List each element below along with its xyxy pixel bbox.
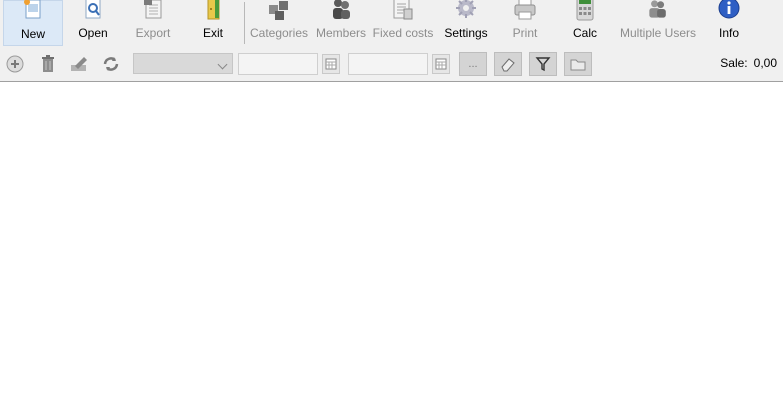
date-to-calendar-button[interactable]: [432, 54, 450, 74]
settings-button[interactable]: Settings: [438, 0, 494, 46]
open-button[interactable]: Open: [66, 0, 120, 46]
more-options-label: ...: [468, 58, 478, 70]
filter-button[interactable]: [529, 52, 557, 76]
multiple-users-label: Multiple Users: [619, 26, 697, 40]
more-options-button[interactable]: ...: [459, 52, 487, 76]
sale-value: 0,00: [753, 56, 777, 70]
fixed-costs-label: Fixed costs: [372, 26, 434, 40]
open-folder-button[interactable]: [564, 52, 592, 76]
export-label: Export: [135, 26, 171, 40]
new-document-icon: [20, 0, 46, 23]
info-icon: [716, 0, 742, 22]
print-label: Print: [512, 26, 538, 40]
multiple-users-button[interactable]: Multiple Users: [618, 0, 698, 46]
edit-pen-icon[interactable]: [69, 54, 89, 74]
exit-door-icon: [200, 0, 226, 22]
main-content-area: [0, 82, 783, 411]
exit-label: Exit: [202, 26, 223, 40]
date-from-field[interactable]: [238, 53, 318, 75]
categories-label: Categories: [249, 26, 309, 40]
filter-funnel-icon: [535, 57, 551, 72]
categories-button[interactable]: Categories: [248, 0, 310, 46]
members-button[interactable]: Members: [314, 0, 368, 46]
print-button[interactable]: Print: [500, 0, 550, 46]
settings-label: Settings: [444, 26, 488, 40]
export-button[interactable]: Export: [124, 0, 182, 46]
categories-boxes-icon: [266, 0, 292, 22]
multiple-users-icon: [645, 0, 671, 22]
date-from-calendar-button[interactable]: [322, 54, 340, 74]
calendar-icon: [435, 58, 447, 70]
settings-gear-icon: [453, 0, 479, 22]
sale-label: Sale:: [720, 56, 748, 70]
printer-icon: [512, 0, 538, 22]
calendar-icon: [325, 58, 337, 70]
add-circle-icon[interactable]: [5, 54, 25, 74]
fixed-costs-button[interactable]: Fixed costs: [372, 0, 434, 46]
open-label: Open: [78, 26, 108, 40]
members-people-icon: [328, 0, 354, 22]
info-button[interactable]: Info: [704, 0, 754, 46]
refresh-icon[interactable]: [101, 54, 121, 74]
date-to-field[interactable]: [348, 53, 428, 75]
exit-button[interactable]: Exit: [186, 0, 240, 46]
eraser-button[interactable]: [494, 52, 522, 76]
fixed-costs-document-icon: [390, 0, 416, 22]
toolbar-separator: [244, 2, 245, 44]
calculator-icon: [572, 0, 598, 22]
sale-summary: Sale: 0,00: [720, 56, 777, 70]
trash-icon[interactable]: [38, 54, 58, 74]
filter-bar: ... Sale: 0,00: [0, 48, 783, 82]
info-label: Info: [718, 26, 739, 40]
calc-label: Calc: [572, 26, 597, 40]
main-toolbar: New Open Export Exit Categories Members: [0, 0, 783, 48]
open-search-icon: [80, 0, 106, 22]
new-button[interactable]: New: [3, 0, 63, 46]
new-label: New: [20, 27, 45, 41]
export-spreadsheet-icon: [140, 0, 166, 22]
chevron-down-icon: [217, 59, 228, 70]
category-dropdown[interactable]: [133, 53, 233, 74]
calc-button[interactable]: Calc: [560, 0, 610, 46]
folder-icon: [570, 59, 586, 71]
eraser-icon: [501, 58, 515, 72]
members-label: Members: [315, 26, 366, 40]
